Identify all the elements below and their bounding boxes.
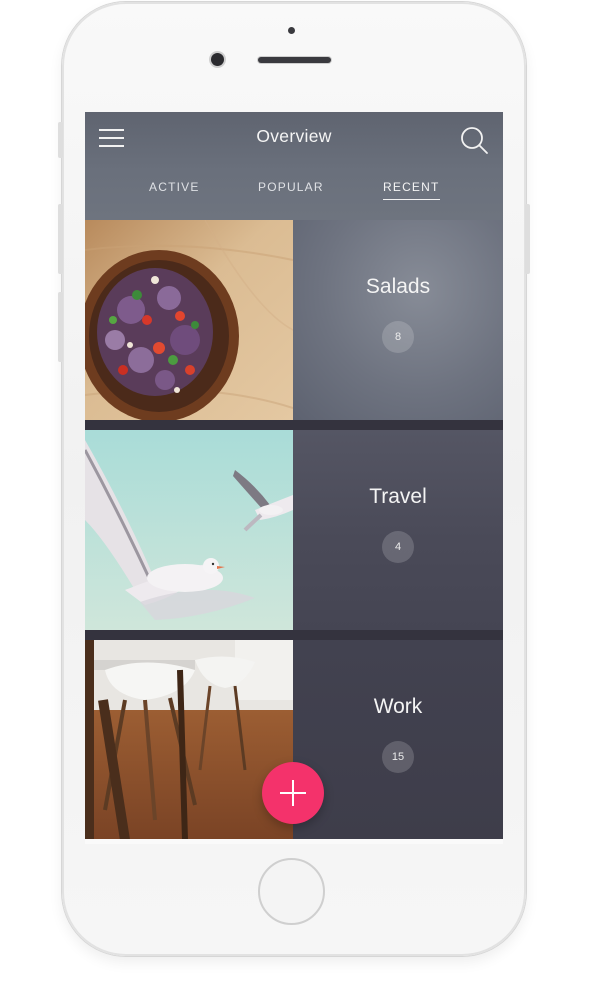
category-panel-work: Work 15 [293, 640, 503, 840]
screen-bottom-edge [85, 839, 503, 844]
category-name: Travel [369, 485, 427, 508]
app-screen: Overview ACTIVE POPULAR RECENT Salads 8 … [85, 112, 503, 844]
volume-down-button [58, 292, 63, 362]
seagulls-sky-photo [85, 430, 293, 630]
add-fab-button[interactable] [262, 762, 324, 824]
office-chairs-photo [85, 640, 293, 840]
category-row-travel[interactable]: Travel 4 [85, 430, 503, 630]
tab-recent[interactable]: RECENT [383, 180, 440, 200]
row-divider [85, 420, 503, 430]
tab-popular[interactable]: POPULAR [258, 180, 324, 199]
search-icon[interactable] [459, 125, 489, 155]
category-name: Work [373, 695, 423, 718]
count-badge: 8 [382, 321, 414, 353]
proximity-sensor [288, 27, 295, 34]
salad-bowl-photo [85, 220, 293, 420]
home-button[interactable] [258, 858, 325, 925]
count-badge: 15 [382, 741, 414, 773]
front-camera [211, 53, 224, 66]
count-badge: 4 [382, 531, 414, 563]
tab-bar: ACTIVE POPULAR RECENT [85, 180, 503, 210]
page-title: Overview [256, 126, 332, 146]
category-row-salads[interactable]: Salads 8 [85, 220, 503, 420]
silent-switch [58, 122, 63, 158]
app-header: Overview ACTIVE POPULAR RECENT [85, 112, 503, 220]
row-divider [85, 630, 503, 640]
category-panel-travel: Travel 4 [293, 430, 503, 630]
category-name: Salads [365, 275, 431, 298]
tab-active[interactable]: ACTIVE [149, 180, 200, 199]
earpiece-speaker [258, 57, 331, 63]
volume-up-button [58, 204, 63, 274]
power-button [525, 204, 530, 274]
category-panel-salads: Salads 8 [293, 220, 503, 420]
